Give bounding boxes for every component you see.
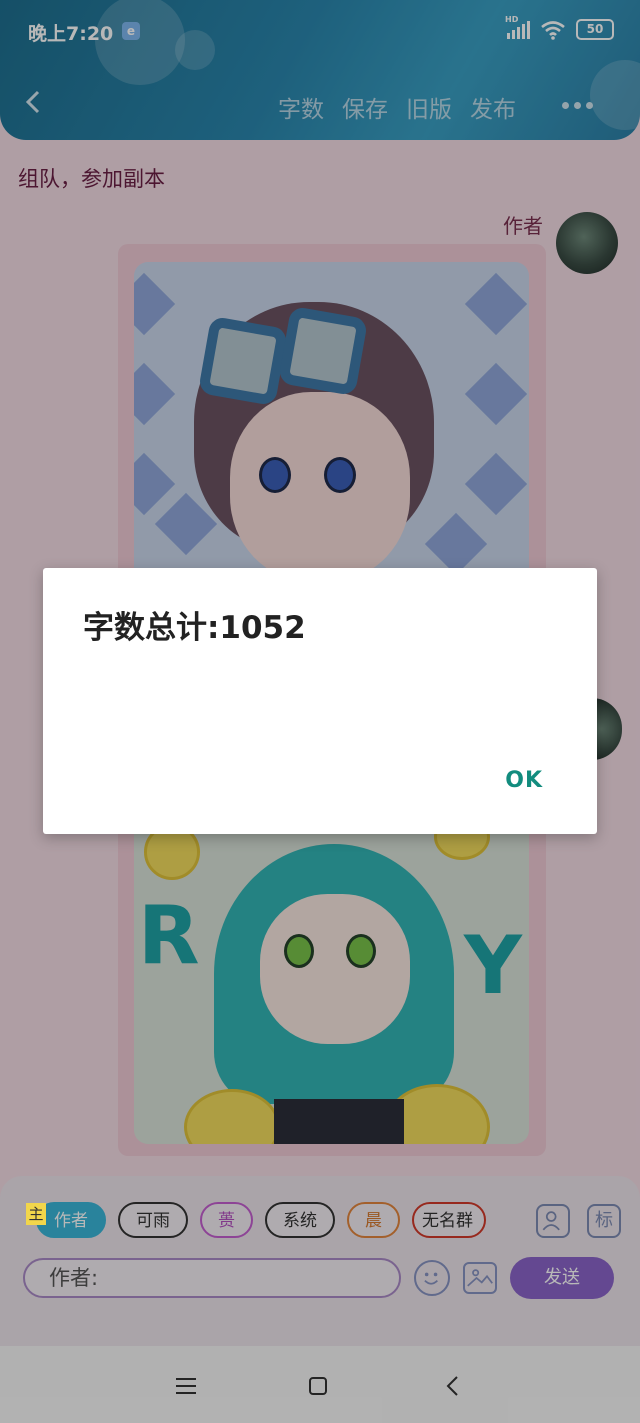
word-count-dialog: 字数总计:1052 OK [43,568,597,834]
main-role-tag: 主 [26,1203,46,1225]
ok-button[interactable]: OK [505,768,543,793]
dialog-message: 字数总计:1052 [83,610,306,646]
